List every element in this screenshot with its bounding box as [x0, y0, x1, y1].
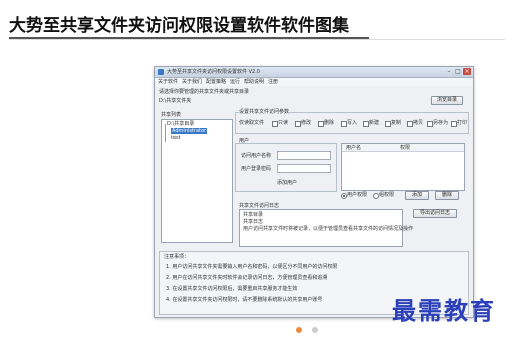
- window-titlebar: 大势至共享文件夹访问权限设置软件 V2.0 – □ ×: [155, 67, 473, 78]
- menu-item-about-us[interactable]: 关于我们: [182, 79, 202, 85]
- log-box[interactable]: 共享目录 共享日志 用户访问共享文件时将被记录，以便于管理员查看共享文件的访问情…: [239, 209, 413, 247]
- permission-label: 写入: [347, 120, 358, 126]
- carousel-dot[interactable]: [312, 327, 318, 333]
- title-divider: [9, 39, 505, 40]
- log-line: 共享日志: [243, 219, 264, 225]
- note-line: 4. 在设置共享文件夹访问权限时，请不要删除系统默认的共享用户账号: [166, 297, 323, 303]
- note-line: 2. 用户在访问共享文件夹时软件会记录访问日志，方便管理员查看和追溯: [166, 275, 328, 281]
- permission-read-only-files: 仅读取文件: [239, 120, 265, 126]
- software-screenshot[interactable]: 大势至共享文件夹访问权限设置软件 V2.0 – □ × 关于软件 关于我们 配置…: [154, 66, 474, 318]
- top-hint: 请选择你要管理的共享文件夹或共享目录: [159, 89, 250, 95]
- permissions-title: 设置共享文件访问参数: [239, 109, 290, 115]
- menu-item-run[interactable]: 运行: [230, 79, 240, 85]
- delete-button[interactable]: 删除: [435, 191, 459, 200]
- permission-label: 拷贝: [413, 120, 424, 126]
- log-line: 共享目录: [243, 212, 264, 218]
- menu-item-config[interactable]: 配置策略: [206, 79, 226, 85]
- menu-item-register[interactable]: 注册: [268, 79, 278, 85]
- permission-label: 删除: [324, 120, 335, 126]
- browse-button[interactable]: 浏览目录: [431, 96, 463, 105]
- user-list-header: 用户名 权限: [342, 144, 464, 152]
- watermark: 最需教育: [392, 296, 496, 325]
- note-line: 3. 在设置共享文件访问权限后，需要重启共享服务才能生效: [166, 286, 298, 292]
- password-input[interactable]: [277, 164, 331, 173]
- notes-title: 注意事项：: [164, 254, 190, 260]
- permission-label: 修改: [301, 120, 312, 126]
- tree-node-root[interactable]: D:\共享目录: [167, 121, 194, 127]
- permission-label: 新建: [369, 120, 380, 126]
- tree-node-selected[interactable]: Administrator: [171, 128, 208, 134]
- menu-item-about-software[interactable]: 关于软件: [158, 79, 178, 85]
- window-title: 大势至共享文件夹访问权限设置软件 V2.0: [167, 69, 260, 75]
- column-permission: 权限: [400, 145, 411, 151]
- share-path-label: D:\共享文件夹: [159, 98, 192, 104]
- tree-node[interactable]: test: [171, 135, 181, 141]
- share-tree[interactable]: D:\共享目录 Administrator test: [161, 119, 233, 243]
- permission-label: 只读: [278, 120, 289, 126]
- username-input[interactable]: [277, 151, 331, 160]
- menu-bar: 关于软件 关于我们 配置策略 运行 帮助说明 注册: [155, 78, 473, 86]
- log-line: 用户访问共享文件时将被记录，以便于管理员查看共享文件的访问情况及操作: [243, 226, 414, 232]
- radio-group-permission-label: 组权限: [379, 192, 395, 198]
- minimize-icon[interactable]: –: [445, 68, 453, 75]
- permission-label: 打印: [457, 120, 468, 126]
- maximize-icon[interactable]: □: [454, 68, 462, 75]
- export-log-button[interactable]: 导出访问日志: [413, 209, 457, 218]
- permission-label: 另存为: [433, 120, 449, 126]
- carousel-dot-active[interactable]: [296, 327, 302, 333]
- menu-item-help[interactable]: 帮助说明: [244, 79, 264, 85]
- close-icon[interactable]: ×: [463, 68, 471, 75]
- user-list[interactable]: 用户名 权限: [341, 143, 465, 191]
- tree-connector: [165, 124, 166, 142]
- username-label: 访问用户名称: [241, 153, 272, 159]
- add-button[interactable]: 添加: [405, 191, 429, 200]
- share-list-title: 共享列表: [161, 112, 182, 118]
- radio-user-permission-label: 用户权限: [347, 192, 368, 198]
- password-label: 用户登录密码: [241, 166, 272, 172]
- permission-label: 复制: [391, 120, 402, 126]
- page-title: 大势至共享文件夹访问权限设置软件软件图集: [9, 16, 349, 36]
- add-user-button[interactable]: 添加用户: [277, 180, 297, 186]
- app-icon: [158, 69, 164, 75]
- note-line: 1. 用户访问共享文件夹需要输入用户名和密码，以便区分不同用户的访问权限: [166, 264, 338, 270]
- column-username: 用户名: [346, 145, 362, 151]
